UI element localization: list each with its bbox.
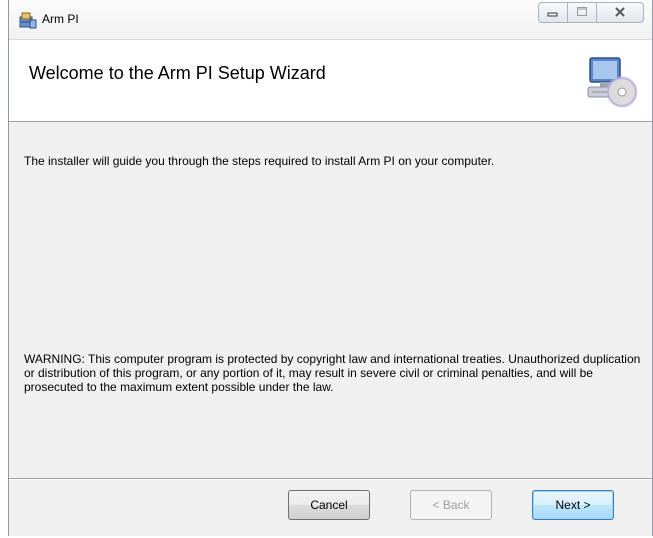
wizard-heading: Welcome to the Arm PI Setup Wizard <box>29 63 326 83</box>
close-button[interactable] <box>596 2 644 23</box>
title-bar[interactable]: Arm PI <box>9 0 652 40</box>
minimize-icon <box>547 4 559 22</box>
copyright-warning: WARNING: This computer program is protec… <box>24 352 641 394</box>
window-title: Arm PI <box>42 12 79 26</box>
maximize-icon <box>576 4 588 22</box>
wizard-banner: Welcome to the Arm PI Setup Wizard <box>9 40 652 122</box>
button-separator <box>9 478 652 480</box>
maximize-button[interactable] <box>567 2 597 23</box>
cancel-button[interactable]: Cancel <box>288 490 370 520</box>
installer-app-icon <box>19 11 37 29</box>
intro-text: The installer will guide you through the… <box>24 154 495 168</box>
caption-buttons <box>538 2 644 24</box>
next-button[interactable]: Next > <box>532 490 614 520</box>
close-icon <box>614 4 626 22</box>
setup-wizard-window: Arm PI Welcome to the Arm PI Setup Wizar… <box>8 0 653 536</box>
back-button[interactable]: < Back <box>410 490 492 520</box>
computer-cd-icon <box>584 54 638 108</box>
minimize-button[interactable] <box>538 2 568 23</box>
